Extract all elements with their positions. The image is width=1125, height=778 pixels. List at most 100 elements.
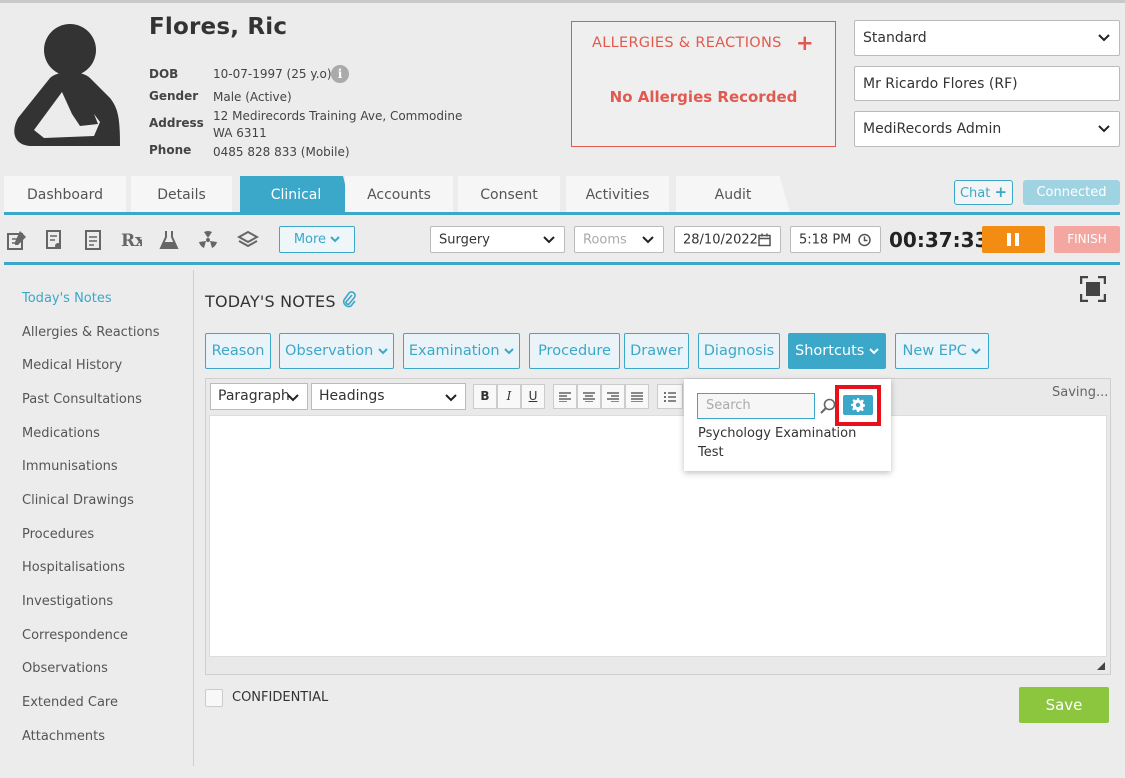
shortcuts-button[interactable]: Shortcuts	[788, 333, 886, 369]
notes-title-text: TODAY'S NOTES	[205, 292, 336, 311]
tab-details[interactable]: Details	[131, 176, 232, 213]
svg-text:Rx: Rx	[121, 231, 142, 251]
procedure-button[interactable]: Procedure	[529, 333, 620, 369]
patient-avatar-icon	[14, 24, 121, 146]
diagnosis-button[interactable]: Diagnosis	[698, 333, 780, 369]
notes-icon[interactable]	[6, 229, 28, 251]
bullet-list-icon[interactable]	[657, 384, 683, 409]
notes-editor[interactable]	[209, 415, 1107, 657]
saving-status: Saving...	[1052, 385, 1109, 400]
examination-label: Examination	[408, 343, 500, 359]
script-icon[interactable]	[43, 229, 65, 251]
tab-dashboard[interactable]: Dashboard	[4, 176, 126, 213]
paperclip-icon[interactable]	[341, 291, 357, 309]
sidebar-item-past-consultations[interactable]: Past Consultations	[22, 392, 142, 407]
info-icon[interactable]: i	[331, 65, 349, 83]
headings-value: Headings	[319, 388, 385, 404]
align-justify-icon[interactable]	[625, 384, 649, 409]
tab-activities[interactable]: Activities	[566, 176, 669, 213]
shortcut-item-psychology-examination[interactable]: Psychology Examination	[698, 426, 856, 441]
align-left-icon[interactable]	[553, 384, 577, 409]
add-allergy-icon[interactable]: +	[796, 31, 814, 55]
shortcuts-settings-button[interactable]	[843, 395, 873, 415]
rooms-select[interactable]: Rooms	[574, 226, 664, 253]
sidebar-item-correspondence[interactable]: Correspondence	[22, 628, 128, 643]
search-icon[interactable]	[820, 398, 836, 414]
new-epc-button[interactable]: New EPC	[895, 333, 989, 369]
sidebar-item-observations[interactable]: Observations	[22, 661, 108, 676]
layers-icon[interactable]	[237, 229, 259, 251]
time-field[interactable]: 5:18 PM	[790, 226, 881, 253]
confidential-label: CONFIDENTIAL	[232, 690, 329, 705]
phone-label: Phone	[149, 143, 192, 157]
connected-button[interactable]: Connected	[1023, 180, 1120, 205]
reason-button[interactable]: Reason	[205, 333, 271, 369]
resize-handle-icon[interactable]	[1097, 662, 1105, 670]
sidebar-item-investigations[interactable]: Investigations	[22, 594, 113, 609]
shortcut-item-test[interactable]: Test	[698, 445, 724, 460]
dob-value: 10-07-1997 (25 y.o)	[213, 67, 332, 81]
chevron-down-icon	[1098, 125, 1110, 133]
shortcuts-search-input[interactable]: Search	[697, 393, 815, 419]
drawer-button[interactable]: Drawer	[624, 333, 689, 369]
sidebar-item-todays-notes[interactable]: Today's Notes	[22, 291, 112, 306]
billing-type-select[interactable]: Standard	[854, 20, 1120, 56]
address-line1: 12 Medirecords Training Ave, Commodine	[213, 109, 463, 123]
chevron-down-icon	[330, 236, 340, 243]
allergies-title: ALLERGIES & REACTIONS	[592, 35, 782, 51]
sidebar-item-extended-care[interactable]: Extended Care	[22, 695, 118, 710]
location-select[interactable]: Surgery	[430, 226, 565, 253]
examination-button[interactable]: Examination	[403, 333, 520, 369]
chevron-down-icon	[445, 394, 457, 402]
tab-audit[interactable]: Audit	[676, 176, 790, 213]
prescription-icon[interactable]: Rx	[120, 229, 142, 251]
practitioner-field[interactable]: Mr Ricardo Flores (RF)	[854, 66, 1120, 101]
sidebar-item-attachments[interactable]: Attachments	[22, 729, 105, 744]
user-select[interactable]: MediRecords Admin	[854, 111, 1120, 147]
sidebar-item-clinical-drawings[interactable]: Clinical Drawings	[22, 493, 134, 508]
clock-icon[interactable]	[858, 233, 871, 246]
date-field[interactable]: 28/10/2022	[674, 226, 781, 253]
italic-button[interactable]: I	[497, 384, 521, 409]
location-value: Surgery	[439, 232, 490, 247]
sidebar-item-immunisations[interactable]: Immunisations	[22, 459, 118, 474]
radiation-icon[interactable]	[197, 229, 219, 251]
pause-button[interactable]	[982, 226, 1045, 253]
chevron-down-icon	[504, 348, 514, 355]
align-right-icon[interactable]	[601, 384, 625, 409]
patient-name: Flores, Ric	[149, 14, 288, 40]
headings-select[interactable]: Headings	[311, 383, 466, 410]
chevron-down-icon	[287, 394, 299, 402]
chat-label: Chat	[959, 186, 991, 201]
dob-label: DOB	[149, 67, 179, 81]
sidebar-item-procedures[interactable]: Procedures	[22, 527, 94, 542]
more-label: More	[293, 232, 327, 247]
tab-clinical[interactable]: Clinical	[240, 176, 352, 213]
consult-timer: 00:37:33	[889, 228, 989, 252]
more-button[interactable]: More	[279, 226, 355, 253]
underline-button[interactable]: U	[521, 384, 545, 409]
sidebar-item-medical-history[interactable]: Medical History	[22, 358, 122, 373]
chevron-down-icon	[378, 348, 388, 355]
chevron-down-icon	[1098, 34, 1110, 42]
finish-button[interactable]: FINISH	[1054, 226, 1120, 253]
allergies-panel: ALLERGIES & REACTIONS + No Allergies Rec…	[571, 21, 836, 147]
sidebar-item-medications[interactable]: Medications	[22, 426, 100, 441]
confidential-checkbox[interactable]	[205, 689, 223, 707]
lab-flask-icon[interactable]	[158, 229, 180, 251]
gender-label: Gender	[149, 89, 199, 103]
bold-button[interactable]: B	[473, 384, 497, 409]
sidebar-item-allergies[interactable]: Allergies & Reactions	[22, 325, 160, 340]
tab-accounts[interactable]: Accounts	[345, 176, 453, 213]
observation-button[interactable]: Observation	[279, 333, 394, 369]
chat-button[interactable]: Chat +	[954, 180, 1013, 205]
sidebar-item-hospitalisations[interactable]: Hospitalisations	[22, 560, 125, 575]
align-center-icon[interactable]	[577, 384, 601, 409]
calendar-icon[interactable]	[758, 233, 771, 246]
fullscreen-icon[interactable]	[1080, 276, 1106, 302]
document-icon[interactable]	[82, 229, 104, 251]
paragraph-select[interactable]: Paragraph	[210, 383, 308, 410]
practitioner-value: Mr Ricardo Flores (RF)	[863, 75, 1018, 92]
tab-consent[interactable]: Consent	[458, 176, 560, 213]
save-button[interactable]: Save	[1019, 687, 1109, 723]
